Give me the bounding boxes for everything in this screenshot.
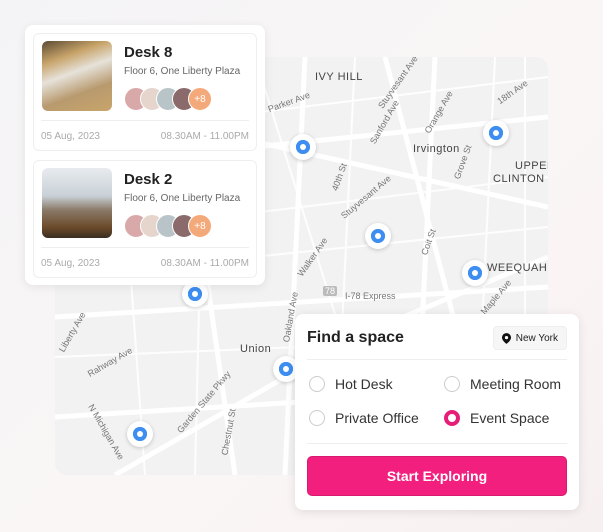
start-exploring-button[interactable]: Start Exploring — [307, 456, 567, 496]
booking-location: Floor 6, One Liberty Plaza — [124, 66, 241, 77]
option-meeting-room[interactable]: Meeting Room — [444, 376, 561, 392]
radio-button[interactable] — [309, 376, 325, 392]
booking-card[interactable]: Desk 2 Floor 6, One Liberty Plaza +8 05 … — [33, 160, 257, 278]
radio-button[interactable] — [309, 410, 325, 426]
attendee-avatars: +8 — [124, 87, 212, 111]
city-selector[interactable]: New York — [492, 326, 567, 350]
option-hot-desk[interactable]: Hot Desk — [309, 376, 393, 392]
map-label: I-78 Express — [345, 291, 396, 301]
booking-date: 05 Aug, 2023 — [41, 131, 100, 142]
booking-card[interactable]: Desk 8 Floor 6, One Liberty Plaza +8 05 … — [33, 33, 257, 151]
panel-title: Find a space — [307, 329, 404, 346]
booking-time: 08.30AM - 11.00PM — [160, 258, 249, 269]
location-pin[interactable] — [365, 223, 391, 249]
space-photo — [42, 168, 112, 238]
booking-date: 05 Aug, 2023 — [41, 258, 100, 269]
location-pin[interactable] — [127, 421, 153, 447]
map-label: Irvington — [413, 143, 460, 155]
booking-title: Desk 8 — [124, 44, 173, 61]
map-label: CLINTON — [493, 173, 545, 185]
booking-title: Desk 2 — [124, 171, 173, 188]
map-pin-icon — [501, 332, 511, 344]
find-space-panel: Find a space New York Hot Desk Meeting R… — [295, 314, 579, 510]
option-label: Meeting Room — [470, 376, 562, 392]
map-label: Union — [240, 343, 272, 355]
radio-button-selected[interactable] — [444, 410, 460, 426]
map-label: WEEQUAHIC — [487, 262, 548, 274]
map-label: UPPER — [515, 160, 548, 172]
divider — [307, 359, 567, 360]
radio-button[interactable] — [444, 376, 460, 392]
divider — [41, 247, 249, 248]
location-pin[interactable] — [290, 134, 316, 160]
more-attendees-badge: +8 — [188, 214, 212, 238]
divider — [307, 443, 567, 444]
bookings-list: Desk 8 Floor 6, One Liberty Plaza +8 05 … — [25, 25, 265, 285]
option-label: Event Space — [470, 410, 550, 426]
highway-shield: 78 — [323, 286, 338, 296]
option-event-space[interactable]: Event Space — [444, 410, 549, 426]
city-label: New York — [515, 332, 558, 344]
booking-time: 08.30AM - 11.00PM — [160, 131, 249, 142]
map-label: IVY HILL — [315, 71, 363, 83]
space-photo — [42, 41, 112, 111]
booking-location: Floor 6, One Liberty Plaza — [124, 193, 241, 204]
option-label: Hot Desk — [335, 376, 393, 392]
location-pin[interactable] — [462, 260, 488, 286]
more-attendees-badge: +8 — [188, 87, 212, 111]
divider — [41, 120, 249, 121]
option-label: Private Office — [335, 410, 419, 426]
attendee-avatars: +8 — [124, 214, 212, 238]
option-private-office[interactable]: Private Office — [309, 410, 419, 426]
location-pin[interactable] — [483, 120, 509, 146]
